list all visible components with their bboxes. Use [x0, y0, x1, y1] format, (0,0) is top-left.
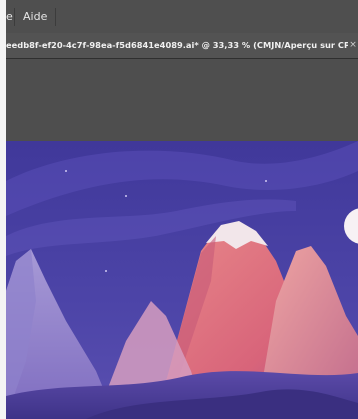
menu-item-aide[interactable]: Aide: [23, 10, 47, 23]
pasteboard[interactable]: [6, 59, 358, 141]
artboard-canvas[interactable]: [6, 141, 358, 419]
mountain-illustration: [6, 141, 358, 419]
menu-separator: [55, 8, 56, 26]
star: [265, 180, 267, 182]
document-tab[interactable]: eedb8f-ef20-4c7f-98ea-f5d6841e4089.ai* @…: [6, 33, 358, 58]
illustrator-window: e Aide eedb8f-ef20-4c7f-98ea-f5d6841e408…: [6, 0, 358, 419]
menu-separator: [14, 8, 15, 26]
menu-item-partial[interactable]: e: [6, 10, 13, 23]
document-tab-title: eedb8f-ef20-4c7f-98ea-f5d6841e4089.ai* @…: [6, 40, 358, 50]
close-icon[interactable]: ×: [348, 33, 358, 58]
document-tab-bar: eedb8f-ef20-4c7f-98ea-f5d6841e4089.ai* @…: [6, 33, 358, 59]
star: [125, 195, 127, 197]
star: [65, 170, 67, 172]
star: [105, 270, 107, 272]
menu-bar: e Aide: [6, 0, 358, 33]
